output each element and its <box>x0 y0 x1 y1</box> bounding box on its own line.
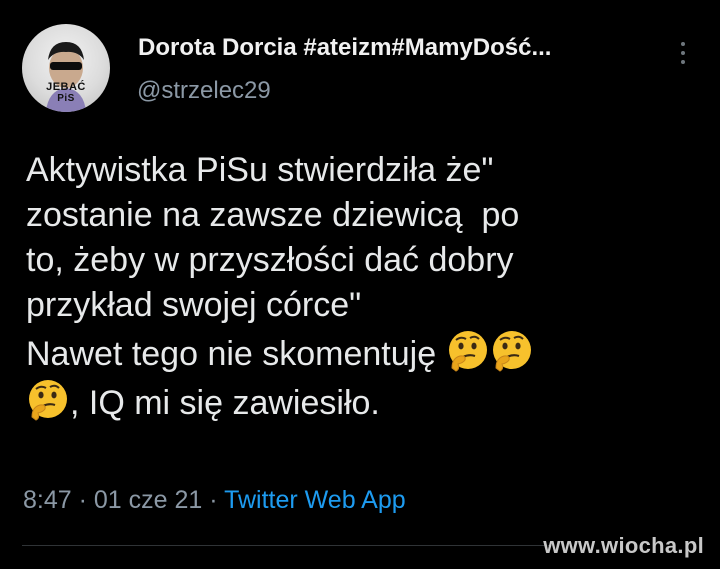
tweet-text-line-with-emoji: , IQ mi się zawiesiło. <box>26 377 706 426</box>
tweet-date[interactable]: 01 cze 21 <box>94 486 202 514</box>
tweet-card: JEBAĆ PiS Dorota Dorcia #ateizm#MamyDość… <box>0 0 720 569</box>
tweet-text-line-with-emoji: Nawet tego nie skomentuję <box>26 328 706 377</box>
avatar-text-line1: JEBAĆ <box>46 81 86 93</box>
thinking-face-icon <box>446 328 490 372</box>
tweet-text-line: to, żeby w przyszłości dać dobry <box>26 241 514 279</box>
meta-separator: · <box>202 486 225 514</box>
tweet-text-line: Nawet tego nie skomentuję <box>26 335 437 373</box>
tweet-meta: 8:47 · 01 cze 21 · Twitter Web App <box>23 486 406 515</box>
tweet-text: Aktywistka PiSu stwierdziła że" zostanie… <box>26 148 706 426</box>
thinking-face-icon <box>490 328 534 372</box>
tweet-text-line: zostanie na zawsze dziewicą po <box>26 196 520 234</box>
thinking-face-icon <box>26 377 70 421</box>
avatar-text-line2: PiS <box>57 93 75 104</box>
tweet-time[interactable]: 8:47 <box>23 486 72 514</box>
divider <box>22 545 552 546</box>
author-handle[interactable]: @strzelec29 <box>137 77 271 105</box>
avatar[interactable]: JEBAĆ PiS <box>22 24 110 112</box>
more-vertical-icon[interactable] <box>676 38 690 68</box>
site-watermark: www.wiocha.pl <box>543 533 704 558</box>
tweet-source-app-link[interactable]: Twitter Web App <box>224 486 406 514</box>
tweet-text-line: Aktywistka PiSu stwierdziła że" <box>26 151 494 189</box>
author-display-name[interactable]: Dorota Dorcia #ateizm#MamyDość... <box>138 34 551 62</box>
tweet-text-line: , IQ mi się zawiesiło. <box>70 384 380 422</box>
meta-separator: · <box>71 486 94 514</box>
tweet-text-line: przykład swojej córce" <box>26 286 362 324</box>
